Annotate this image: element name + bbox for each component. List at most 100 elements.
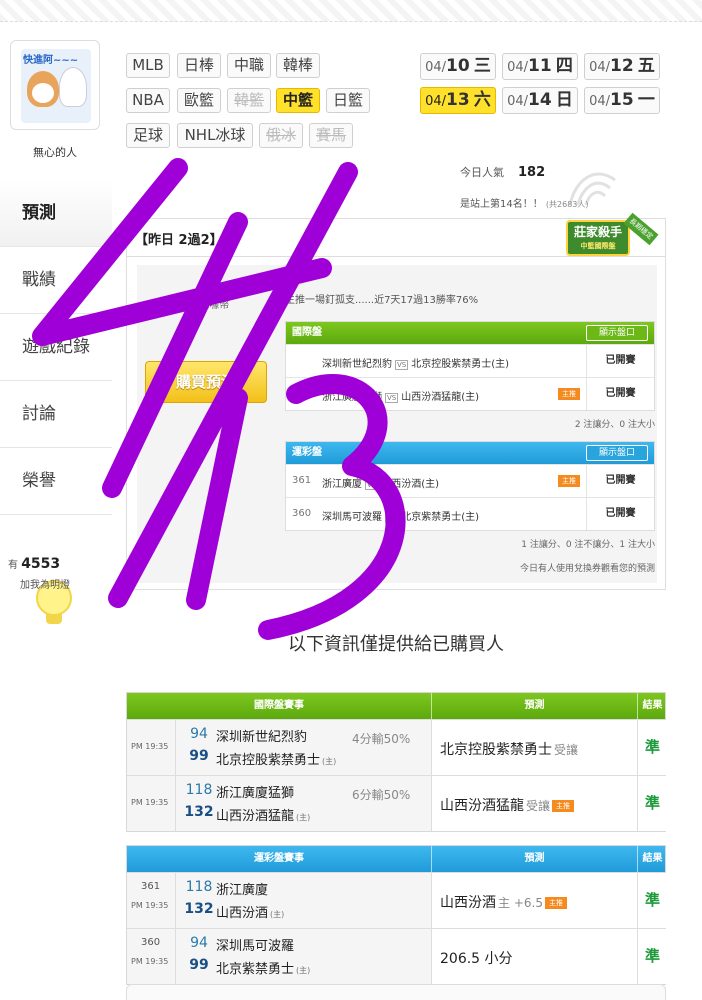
- table-row: PM 19:35 118 浙江廣廈猛獅 132 山西汾酒猛龍 (主) 6分輸50% 山…: [127, 775, 667, 831]
- dog-face: [32, 83, 54, 103]
- sport-chip-nhl[interactable]: NHL冰球: [177, 123, 253, 148]
- game-status: 已開賽: [586, 465, 654, 497]
- popularity-stat: 今日人氣 182: [460, 165, 546, 180]
- sport-chip-soccer[interactable]: 足球: [126, 123, 170, 148]
- sidebar-item-discussion[interactable]: 討論: [0, 381, 112, 448]
- sport-chip-jp-baseball[interactable]: 日棒: [177, 53, 221, 78]
- bottom-edge-panel: [126, 984, 666, 1000]
- table-row: 360 PM 19:35 94 深圳馬可波羅 99 北京紫禁勇士 (主) 206.5 …: [127, 928, 667, 984]
- main-pick-tag: 主推: [544, 897, 567, 909]
- sport-chip-cn-basketball[interactable]: 中籃: [276, 88, 320, 113]
- lottery-preview-header: 運彩盤 顯示盤口: [286, 442, 654, 464]
- buy-prediction-button[interactable]: 購買預測: [145, 361, 267, 403]
- game-number: 360: [292, 508, 312, 519]
- prediction-cell: 山西汾酒猛龍 受讓 主推: [431, 776, 637, 831]
- main-pick-tag: 主推: [558, 388, 580, 400]
- ghost-figure: [59, 67, 87, 107]
- prediction-cell: 山西汾酒主 +6.5 主推: [431, 873, 637, 928]
- avatar-caption: 快進阿~~~: [23, 55, 79, 66]
- date-chip-0410[interactable]: 04/10 三: [420, 53, 496, 80]
- table-row: 浙江廣廈猛獅 VS 山西汾酒猛龍(主) 主推 已開賽: [286, 377, 654, 410]
- matchup-score: 118 浙江廣廈猛獅 132 山西汾酒猛龍 (主) 6分輸50%: [175, 776, 431, 831]
- sport-chip-eu-basketball[interactable]: 歐籃: [177, 88, 221, 113]
- matchup: 深圳馬可波羅 VS 北京紫禁勇士(主): [322, 512, 480, 523]
- game-time: PM 19:35: [131, 957, 169, 966]
- game-status: 已開賽: [586, 498, 654, 530]
- intl-preview-header: 國際盤 顯示盤口: [286, 322, 654, 344]
- sidebar-item-record[interactable]: 戰績: [0, 247, 112, 314]
- prediction-summary-area: 99元噱幣 購買預測 主推一場釘孤支......近7天17過13勝率76% 國際…: [137, 265, 657, 583]
- lightbulb-base: [46, 614, 62, 624]
- result-badge: 準: [637, 929, 667, 984]
- fingerprint-decor-icon: [568, 172, 616, 206]
- main-pick-tag: 主推: [552, 800, 575, 812]
- sport-chip-kr-basketball: 韓籃: [227, 88, 271, 113]
- game-number: 360: [141, 937, 161, 948]
- game-status: 已開賽: [586, 345, 654, 377]
- lottery-results-header: 運彩盤賽事 預測 結果: [127, 846, 665, 872]
- sidebar-nav: 預測 戰績 遊戲紀錄 討論 榮譽: [0, 180, 112, 515]
- sidebar-item-honors[interactable]: 榮譽: [0, 448, 112, 515]
- prediction-summary: 主推一場釘孤支......近7天17過13勝率76%: [285, 295, 479, 306]
- lottery-results-table: 運彩盤賽事 預測 結果 361 PM 19:35 118 浙江廣廈 132 山西汾酒…: [126, 845, 667, 985]
- spread-result: 4分輸50%: [352, 732, 411, 746]
- game-number: 361: [141, 881, 161, 892]
- sport-chip-mlb[interactable]: MLB: [126, 53, 170, 78]
- avatar: 快進阿~~~: [21, 49, 91, 123]
- intl-preview-table: 國際盤 顯示盤口 深圳新世紀烈豹 VS 北京控股紫禁勇士(主) 已開賽 浙江廣廈猛獅…: [285, 321, 655, 411]
- prediction-cell: 北京控股紫禁勇士 受讓: [431, 720, 637, 775]
- date-chip-0412[interactable]: 04/12 五: [584, 53, 660, 80]
- result-badge: 準: [637, 873, 667, 928]
- bookie-killer-badge: 莊家殺手 中籃國際盤 長期穩定: [566, 212, 659, 260]
- follow-label: 加我為明燈: [20, 580, 70, 591]
- intl-results-header: 國際盤賽事 預測 結果: [127, 693, 665, 719]
- table-row: 361 PM 19:35 118 浙江廣廈 132 山西汾酒 (主) 山西汾酒主 +6…: [127, 872, 667, 928]
- show-odds-button[interactable]: 顯示盤口: [586, 445, 648, 461]
- matchup-score: 118 浙江廣廈 132 山西汾酒 (主): [175, 873, 431, 928]
- date-chip-0411[interactable]: 04/11 四: [502, 53, 578, 80]
- top-decor-strip: [0, 0, 702, 22]
- intl-note: 2 注讓分、0 注大小: [574, 420, 655, 430]
- voucher-note: 今日有人使用兌換券觀看您的預測: [519, 564, 655, 574]
- prediction-panel: 【昨日 2過2】 99元噱幣 購買預測 主推一場釘孤支......近7天17過1…: [126, 218, 666, 590]
- sport-chip-nba[interactable]: NBA: [126, 88, 170, 113]
- price: 99元噱幣: [177, 293, 230, 312]
- sport-chip-horse-racing: 賽馬: [309, 123, 353, 148]
- table-row: 360 深圳馬可波羅 VS 北京紫禁勇士(主) 已開賽: [286, 497, 654, 530]
- result-badge: 準: [637, 720, 667, 775]
- date-chip-0415[interactable]: 04/15 一: [584, 87, 660, 114]
- sport-chip-ru-hockey: 俄冰: [259, 123, 303, 148]
- sidebar-item-game-history[interactable]: 遊戲紀錄: [0, 314, 112, 381]
- follower-count: 有 4553: [8, 556, 61, 572]
- badge-main: 莊家殺手 中籃國際盤: [566, 220, 630, 256]
- coin-icon: [154, 374, 172, 392]
- sport-chip-kr-baseball[interactable]: 韓棒: [276, 53, 320, 78]
- intl-results-table: 國際盤賽事 預測 結果 PM 19:35 94 深圳新世紀烈豹 99 北京控股紫禁勇…: [126, 692, 667, 832]
- table-row: 深圳新世紀烈豹 VS 北京控股紫禁勇士(主) 已開賽: [286, 344, 654, 377]
- game-time: PM 19:35: [131, 901, 169, 910]
- result-badge: 準: [637, 776, 667, 831]
- prediction-cell: 206.5 小分: [431, 929, 637, 984]
- lottery-note: 1 注讓分、0 注不讓分、1 注大小: [521, 540, 655, 550]
- matchup-score: 94 深圳新世紀烈豹 99 北京控股紫禁勇士 (主) 4分輸50%: [175, 720, 431, 775]
- sport-chip-cpbl[interactable]: 中職: [227, 53, 271, 78]
- game-time: PM 19:35: [131, 798, 169, 807]
- game-status: 已開賽: [586, 378, 654, 410]
- lottery-preview-table: 運彩盤 顯示盤口 361 浙江廣廈 VS 山西汾酒(主) 主推 已開賽 360 深圳…: [285, 441, 655, 531]
- date-chip-0413[interactable]: 04/13 六: [420, 87, 496, 114]
- matchup: 浙江廣廈猛獅 VS 山西汾酒猛龍(主): [322, 392, 480, 403]
- profile-card[interactable]: 快進阿~~~: [10, 40, 100, 130]
- game-number: 361: [292, 475, 312, 486]
- table-row: PM 19:35 94 深圳新世紀烈豹 99 北京控股紫禁勇士 (主) 4分輸50% …: [127, 719, 667, 775]
- matchup: 深圳新世紀烈豹 VS 北京控股紫禁勇士(主): [322, 359, 510, 370]
- show-odds-button[interactable]: 顯示盤口: [586, 325, 648, 341]
- spread-result: 6分輸50%: [352, 788, 411, 802]
- matchup: 浙江廣廈 VS 山西汾酒(主): [322, 479, 440, 490]
- main-pick-tag: 主推: [558, 475, 580, 487]
- profile-name: 無心的人: [33, 146, 77, 159]
- date-chip-0414[interactable]: 04/14 日: [502, 87, 578, 114]
- sport-chip-jp-basketball[interactable]: 日籃: [326, 88, 370, 113]
- matchup-score: 94 深圳馬可波羅 99 北京紫禁勇士 (主): [175, 929, 431, 984]
- sidebar-item-predictions[interactable]: 預測: [0, 180, 112, 247]
- table-row: 361 浙江廣廈 VS 山西汾酒(主) 主推 已開賽: [286, 464, 654, 497]
